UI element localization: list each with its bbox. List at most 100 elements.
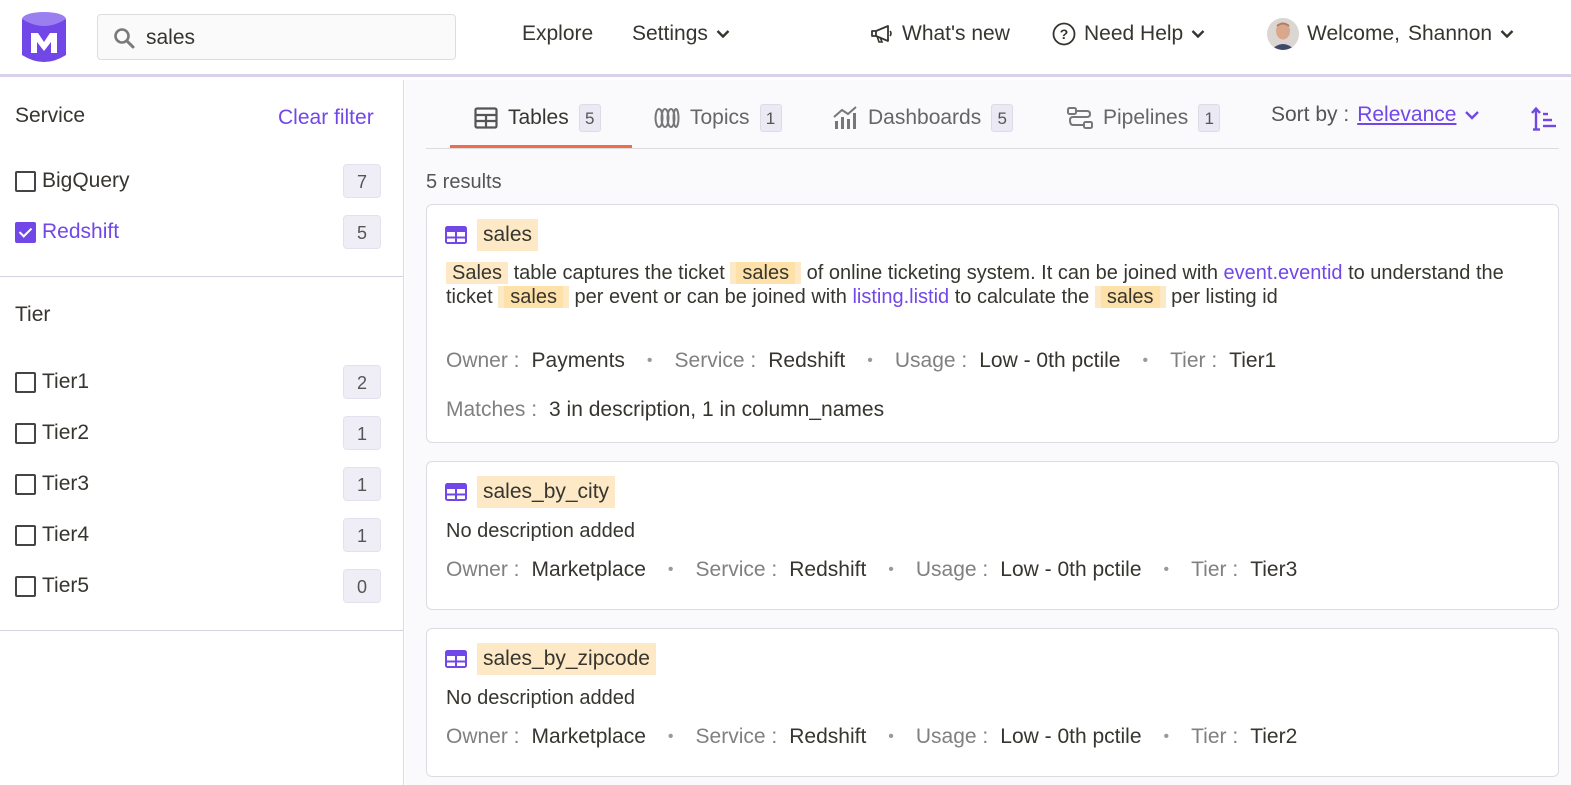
- result-card: sales_by_city No description added Owner…: [426, 461, 1559, 610]
- sort-control: Sort by : Relevance: [1271, 103, 1480, 127]
- nav-whats-new-label: What's new: [902, 22, 1010, 45]
- highlight-term: sales: [1094, 286, 1166, 308]
- result-card: sales Sales table captures the ticket sa…: [426, 204, 1559, 443]
- desc-text: per event or can be joined with: [568, 286, 853, 308]
- facet-count: 7: [343, 164, 381, 198]
- bigquery-checkbox[interactable]: [15, 170, 36, 192]
- tab-label: Tables: [508, 106, 569, 129]
- service-value: Redshift: [789, 725, 867, 748]
- meta-separator: •: [1163, 728, 1170, 745]
- tier-filter-tier1[interactable]: Tier1 2: [15, 365, 381, 399]
- facet-count: 2: [343, 365, 381, 399]
- tab-pipelines[interactable]: Pipelines 1: [1067, 103, 1221, 133]
- tier-value: Tier1: [1229, 349, 1277, 372]
- tier3-checkbox[interactable]: [15, 473, 36, 495]
- meta-key: Owner :: [446, 725, 520, 748]
- facet-label: BigQuery: [42, 169, 130, 192]
- chevron-down-icon: [716, 30, 730, 39]
- meta-separator: •: [888, 561, 894, 578]
- result-title-link[interactable]: sales_by_zipcode: [477, 643, 656, 675]
- tab-count-badge: 1: [1198, 104, 1221, 132]
- result-title-link[interactable]: sales_by_city: [477, 476, 616, 508]
- nav-settings-dropdown[interactable]: Settings: [632, 22, 730, 46]
- chart-icon: [833, 106, 857, 129]
- usage-value: Low - 0th pctile: [1000, 725, 1142, 748]
- active-tab-indicator: [450, 145, 632, 148]
- result-meta: Owner : Payments • Service : Redshift • Us…: [446, 349, 1276, 373]
- tier-filter-tier3[interactable]: Tier3 1: [15, 467, 381, 501]
- chevron-down-icon[interactable]: [1464, 110, 1480, 120]
- meta-separator: •: [1163, 561, 1170, 578]
- meta-key: Matches :: [446, 398, 538, 421]
- facet-label: Tier2: [42, 421, 90, 444]
- description-link[interactable]: event.eventid: [1224, 262, 1343, 284]
- search-results-panel: Tables 5 Topics 1 Dashboards 5 Pipelines…: [405, 80, 1571, 785]
- facet-label: Tier1: [42, 370, 90, 393]
- meta-separator: •: [646, 352, 653, 369]
- tab-count-badge: 5: [991, 104, 1014, 132]
- chevron-down-icon: [1500, 30, 1514, 39]
- facet-label: Tier3: [42, 472, 90, 495]
- tab-label: Dashboards: [868, 106, 982, 129]
- nav-need-help-label: Need Help: [1084, 22, 1184, 45]
- nav-explore[interactable]: Explore: [522, 22, 593, 46]
- tier-filter-tier5[interactable]: Tier5 0: [15, 569, 381, 603]
- app-logo[interactable]: [20, 11, 68, 64]
- section-divider: [0, 276, 403, 277]
- meta-key: Service :: [695, 725, 778, 748]
- meta-separator: •: [1142, 352, 1149, 369]
- nav-whats-new[interactable]: What's new: [870, 22, 1010, 46]
- service-filter-bigquery[interactable]: BigQuery 7: [15, 164, 381, 198]
- result-tabs: Tables 5 Topics 1 Dashboards 5 Pipelines…: [426, 80, 1559, 149]
- facet-label: Redshift: [42, 220, 120, 243]
- tier-filter-tier2[interactable]: Tier2 1: [15, 416, 381, 450]
- tier4-checkbox[interactable]: [15, 524, 36, 546]
- table-icon: [445, 650, 467, 668]
- result-meta: Owner : Marketplace • Service : Redshift •…: [446, 725, 1297, 749]
- tab-topics[interactable]: Topics 1: [654, 103, 782, 133]
- redshift-checkbox[interactable]: [15, 221, 36, 243]
- service-value: Redshift: [768, 349, 846, 372]
- facet-count: 5: [343, 215, 381, 249]
- sort-order-icon[interactable]: [1531, 106, 1557, 132]
- tier1-checkbox[interactable]: [15, 371, 36, 393]
- topics-icon: [654, 108, 680, 128]
- search-input[interactable]: [146, 23, 446, 53]
- user-menu-dropdown[interactable]: Welcome, Shannon: [1267, 18, 1514, 50]
- results-count: 5 results: [426, 171, 502, 193]
- facet-count: 0: [343, 569, 381, 603]
- tab-label: Pipelines: [1103, 106, 1189, 129]
- table-icon: [474, 107, 498, 129]
- table-icon: [445, 483, 467, 501]
- meta-key: Owner :: [446, 349, 520, 372]
- matches-value: 3 in description, 1 in column_names: [549, 398, 885, 421]
- chevron-down-icon: [1191, 30, 1205, 39]
- search-box[interactable]: [97, 14, 456, 60]
- highlight-term: sales: [498, 286, 569, 308]
- top-navbar: Explore Settings What's new ? Need Help: [0, 0, 1571, 77]
- result-meta: Owner : Marketplace • Service : Redshift •…: [446, 558, 1297, 582]
- result-title-link[interactable]: sales: [477, 219, 539, 251]
- tier5-checkbox[interactable]: [15, 575, 36, 597]
- owner-value: Payments: [531, 349, 625, 372]
- service-filter-redshift[interactable]: Redshift 5: [15, 215, 381, 249]
- result-card: sales_by_zipcode No description added Ow…: [426, 628, 1559, 777]
- desc-text: per listing id: [1165, 286, 1278, 308]
- nav-explore-label: Explore: [522, 22, 594, 45]
- facet-count: 1: [343, 467, 381, 501]
- description-link[interactable]: listing.listid: [852, 286, 949, 308]
- table-icon: [445, 226, 467, 244]
- tier-value: Tier3: [1250, 558, 1298, 581]
- tab-tables[interactable]: Tables 5: [474, 103, 601, 133]
- tab-dashboards[interactable]: Dashboards 5: [832, 103, 1014, 133]
- meta-key: Usage :: [915, 558, 989, 581]
- clear-filter-link[interactable]: Clear filter: [278, 106, 374, 130]
- nav-need-help-dropdown[interactable]: ? Need Help: [1052, 22, 1205, 46]
- facet-count: 1: [343, 518, 381, 552]
- nav-settings-label: Settings: [632, 22, 708, 45]
- sort-dropdown[interactable]: Relevance: [1357, 103, 1456, 127]
- tier-filter-tier4[interactable]: Tier4 1: [15, 518, 381, 552]
- tier2-checkbox[interactable]: [15, 422, 36, 444]
- result-matches: Matches : 3 in description, 1 in column_n…: [446, 398, 884, 422]
- service-filter-title: Service: [15, 104, 86, 127]
